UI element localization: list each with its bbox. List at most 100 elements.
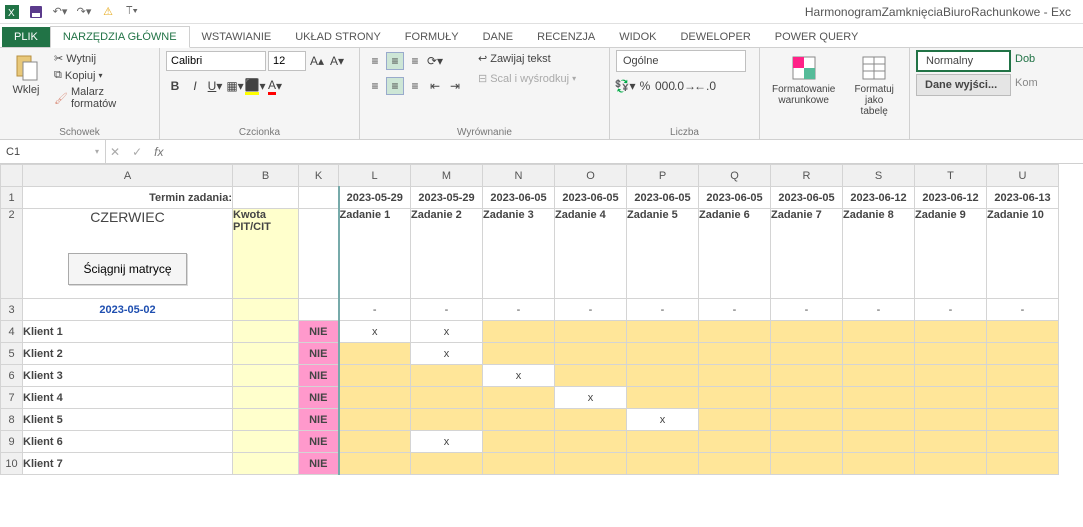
col-header[interactable]: O: [555, 165, 627, 187]
borders-button[interactable]: ▦▾: [226, 77, 244, 95]
align-top-icon[interactable]: ≡: [366, 52, 384, 70]
col-header[interactable]: Q: [699, 165, 771, 187]
bold-button[interactable]: B: [166, 77, 184, 95]
cell[interactable]: Zadanie 2: [411, 209, 483, 299]
cell[interactable]: Zadanie 9: [915, 209, 987, 299]
cell[interactable]: 2023-06-13: [987, 187, 1059, 209]
style-comment-partial[interactable]: Kom: [1011, 74, 1042, 96]
tab-insert[interactable]: WSTAWIANIE: [190, 27, 284, 47]
merge-center-button[interactable]: ⊟Scal i wyśrodkuj▾: [474, 70, 580, 87]
cell[interactable]: x: [555, 387, 627, 409]
cell[interactable]: 2023-05-29: [411, 187, 483, 209]
cell[interactable]: NIE: [299, 343, 339, 365]
cell[interactable]: Klient 1: [23, 321, 233, 343]
row-header[interactable]: 3: [1, 299, 23, 321]
download-matrix-button[interactable]: Ściągnij matrycę: [68, 253, 186, 285]
tab-view[interactable]: WIDOK: [607, 27, 668, 47]
decrease-decimal-icon[interactable]: ←.0: [696, 77, 714, 95]
accept-formula-icon[interactable]: ✓: [132, 145, 142, 159]
orientation-icon[interactable]: ⟳▾: [426, 52, 444, 70]
col-header[interactable]: R: [771, 165, 843, 187]
decrease-font-icon[interactable]: A▾: [328, 52, 346, 70]
cell[interactable]: -: [771, 299, 843, 321]
cell[interactable]: x: [411, 321, 483, 343]
select-all-corner[interactable]: [1, 165, 23, 187]
tab-layout[interactable]: UKŁAD STRONY: [283, 27, 393, 47]
cell[interactable]: Klient 4: [23, 387, 233, 409]
cell[interactable]: 2023-05-02: [23, 299, 233, 321]
cell[interactable]: Zadanie 3: [483, 209, 555, 299]
cell[interactable]: 2023-06-05: [699, 187, 771, 209]
cell[interactable]: NIE: [299, 453, 339, 475]
cell[interactable]: x: [627, 409, 699, 431]
touch-mode-icon[interactable]: ⟙▾: [124, 4, 140, 20]
cell[interactable]: -: [483, 299, 555, 321]
cell[interactable]: Klient 7: [23, 453, 233, 475]
cancel-formula-icon[interactable]: ✕: [110, 145, 120, 159]
currency-icon[interactable]: 💱▾: [616, 77, 634, 95]
cell[interactable]: Klient 5: [23, 409, 233, 431]
cell[interactable]: CZERWIEC Ściągnij matrycę: [23, 209, 233, 299]
cell[interactable]: x: [483, 365, 555, 387]
undo-icon[interactable]: ↶▾: [52, 4, 68, 20]
font-color-button[interactable]: A▾: [266, 77, 284, 95]
increase-indent-icon[interactable]: ⇥: [446, 77, 464, 95]
col-header[interactable]: K: [299, 165, 339, 187]
italic-button[interactable]: I: [186, 77, 204, 95]
align-right-icon[interactable]: ≡: [406, 77, 424, 95]
col-header[interactable]: M: [411, 165, 483, 187]
format-as-table-button[interactable]: Formatuj jako tabelę: [845, 50, 903, 121]
font-size-select[interactable]: [268, 51, 306, 71]
tab-formulas[interactable]: FORMUŁY: [393, 27, 471, 47]
cell[interactable]: 2023-06-05: [627, 187, 699, 209]
cell[interactable]: -: [411, 299, 483, 321]
style-normal[interactable]: Normalny: [916, 50, 1011, 72]
cell[interactable]: Zadanie 1: [339, 209, 411, 299]
col-header[interactable]: A: [23, 165, 233, 187]
font-name-select[interactable]: [166, 51, 266, 71]
redo-icon[interactable]: ↷▾: [76, 4, 92, 20]
tab-data[interactable]: DANE: [471, 27, 526, 47]
tab-review[interactable]: RECENZJA: [525, 27, 607, 47]
tab-file[interactable]: PLIK: [2, 27, 50, 47]
cell[interactable]: NIE: [299, 409, 339, 431]
cell[interactable]: x: [411, 431, 483, 453]
cell[interactable]: -: [627, 299, 699, 321]
copy-button[interactable]: ⧉Kopiuj▾: [50, 67, 153, 84]
increase-decimal-icon[interactable]: .0→: [676, 77, 694, 95]
cell[interactable]: Klient 6: [23, 431, 233, 453]
cell[interactable]: 2023-05-29: [339, 187, 411, 209]
underline-button[interactable]: U▾: [206, 77, 224, 95]
cell[interactable]: x: [411, 343, 483, 365]
conditional-formatting-button[interactable]: Formatowanie warunkowe: [766, 50, 841, 110]
cell[interactable]: NIE: [299, 321, 339, 343]
cell[interactable]: Zadanie 6: [699, 209, 771, 299]
cell[interactable]: [299, 299, 339, 321]
cell[interactable]: [233, 299, 299, 321]
wrap-text-button[interactable]: ↩Zawijaj tekst: [474, 50, 580, 67]
align-middle-icon[interactable]: ≡: [386, 52, 404, 70]
cell[interactable]: 2023-06-05: [771, 187, 843, 209]
spreadsheet-grid[interactable]: A B K L M N O P Q R S T U 1 Termin zadan…: [0, 164, 1083, 475]
cell[interactable]: 2023-06-05: [555, 187, 627, 209]
cell[interactable]: NIE: [299, 387, 339, 409]
number-format-select[interactable]: Ogólne: [616, 50, 746, 72]
cell[interactable]: [299, 209, 339, 299]
cell[interactable]: [299, 187, 339, 209]
cell[interactable]: x: [339, 321, 411, 343]
cell[interactable]: NIE: [299, 365, 339, 387]
save-icon[interactable]: [28, 4, 44, 20]
cell[interactable]: Zadanie 5: [627, 209, 699, 299]
col-header[interactable]: P: [627, 165, 699, 187]
fill-color-button[interactable]: ⬛▾: [246, 77, 264, 95]
cell[interactable]: -: [915, 299, 987, 321]
cell[interactable]: -: [699, 299, 771, 321]
row-header[interactable]: 1: [1, 187, 23, 209]
percent-icon[interactable]: %: [636, 77, 654, 95]
col-header[interactable]: S: [843, 165, 915, 187]
align-left-icon[interactable]: ≡: [366, 77, 384, 95]
style-good-partial[interactable]: Dob: [1011, 50, 1039, 72]
name-box[interactable]: C1▾: [0, 140, 106, 163]
cell[interactable]: Kwota PIT/CIT: [233, 209, 299, 299]
paste-button[interactable]: Wklej: [6, 50, 46, 100]
